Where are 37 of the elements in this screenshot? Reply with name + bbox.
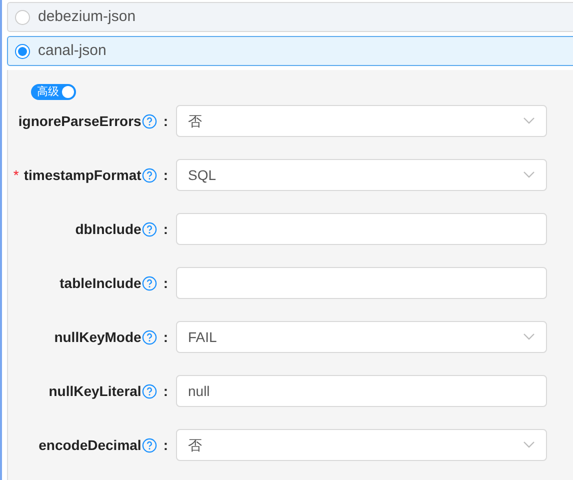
help-icon[interactable] (142, 438, 158, 452)
field-label: encodeDecimal (38, 436, 142, 454)
chevron-down-icon (523, 441, 535, 449)
radio-icon[interactable] (15, 10, 30, 24)
colon-text: : (163, 112, 168, 130)
help-icon[interactable] (142, 168, 158, 182)
radio-option[interactable]: canal-json (7, 36, 573, 66)
select-field[interactable]: 否 (176, 429, 547, 461)
select-field[interactable]: 否 (176, 105, 547, 137)
chevron-down-icon (523, 117, 535, 125)
colon-text: : (163, 436, 168, 454)
field-label: dbInclude (75, 220, 142, 238)
colon-text: : (163, 328, 168, 346)
input-field[interactable]: null (176, 375, 547, 407)
field-label: nullKeyLiteral (48, 382, 142, 401)
colon-text: : (163, 166, 168, 184)
help-icon[interactable] (142, 276, 158, 290)
select-field[interactable]: FAIL (176, 321, 547, 353)
required-mark: * (13, 166, 19, 184)
help-icon[interactable] (142, 330, 158, 344)
field-label: nullKeyMode (54, 328, 142, 347)
colon-text: : (163, 274, 168, 292)
select-field[interactable]: SQL (176, 159, 547, 191)
help-icon[interactable] (142, 384, 158, 398)
help-icon[interactable] (142, 222, 158, 236)
field-label: ignoreParseErrors (18, 112, 142, 131)
input-field[interactable] (176, 267, 547, 299)
field-label: tableInclude (60, 274, 142, 292)
radio-option[interactable]: debezium-json (7, 2, 573, 32)
colon-text: : (163, 382, 168, 400)
chevron-down-icon (523, 171, 535, 179)
field-label: timestampFormat (24, 166, 142, 185)
chevron-down-icon (523, 333, 535, 341)
help-icon[interactable] (142, 114, 158, 128)
radio-icon[interactable] (15, 44, 30, 58)
colon-text: : (163, 220, 168, 238)
input-field[interactable] (176, 213, 547, 245)
